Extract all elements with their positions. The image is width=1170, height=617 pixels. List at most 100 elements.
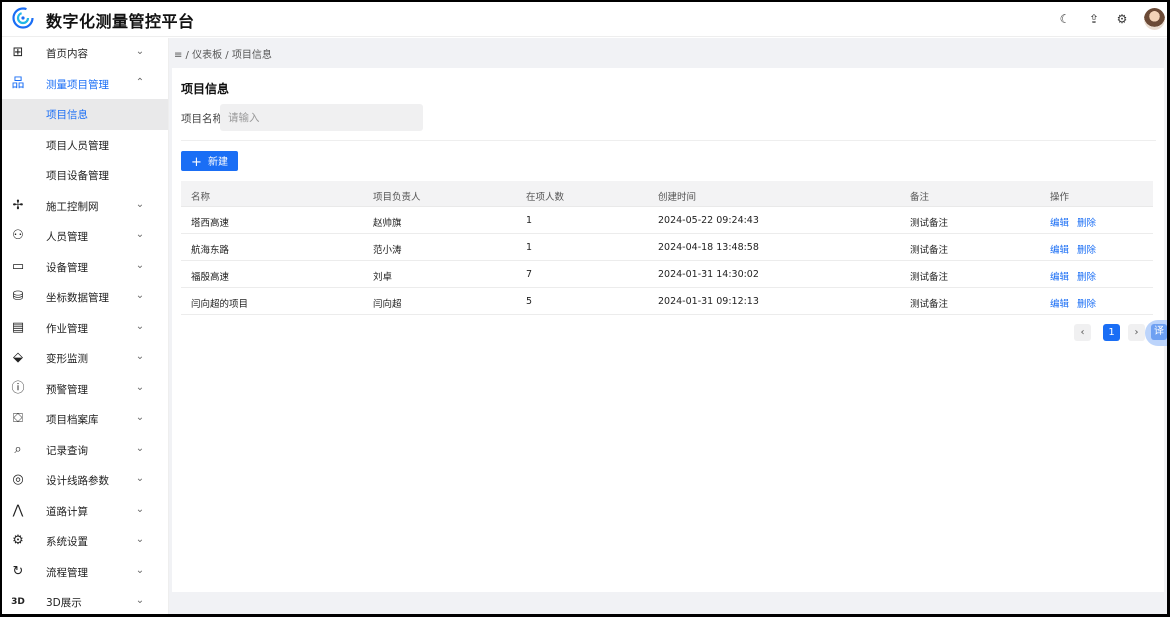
app-logo-icon — [12, 7, 34, 29]
delete-link[interactable]: 删除 — [1077, 245, 1096, 256]
sidebar-subitem-label: 项目设备管理 — [46, 170, 109, 182]
project-name-input[interactable] — [220, 104, 423, 131]
column-header: 名称 — [191, 192, 211, 203]
compass-icon: ⋀ — [12, 502, 24, 518]
sidebar-item-label: 设备管理 — [46, 261, 88, 274]
sidebar-item-label: 记录查询 — [46, 444, 88, 457]
table-header-row: 名称 项目负责人 在项人数 创建时间 备注 操作 — [181, 181, 1153, 207]
sidebar-item-workflow[interactable]: ↻ 流程管理 ⌄ — [2, 557, 168, 588]
archive-icon: ⛋ — [13, 411, 23, 426]
sidebar-item-coordinate-data[interactable]: ⛁ 坐标数据管理 ⌄ — [2, 282, 168, 313]
table-cell: 刘卓 — [373, 272, 393, 283]
sidebar-item-label: 3D展示 — [46, 597, 82, 609]
chevron-down-icon: ⌄ — [135, 229, 145, 240]
sidebar-item-home[interactable]: ⊞ 首页内容 ⌄ — [2, 38, 168, 69]
avatar[interactable] — [1144, 8, 1165, 30]
page-title: 项目信息 — [181, 82, 230, 96]
alert-icon: ⓘ — [11, 380, 25, 396]
sidebar-item-label: 系统设置 — [46, 536, 88, 548]
table-row: 塔西高速 赵帅旗 1 2024-05-22 09:24:43 测试备注 编辑 删除 — [181, 207, 1153, 234]
chevron-down-icon: ⌄ — [135, 564, 145, 576]
sidebar-item-record-query[interactable]: ⌕ 记录查询 ⌄ — [2, 435, 168, 466]
sidebar-item-label: 预警管理 — [46, 383, 88, 396]
delete-link[interactable]: 删除 — [1077, 272, 1096, 283]
chevron-down-icon: ⌄ — [135, 503, 145, 515]
top-header: 数字化测量管控平台 ☾ ⇪ ⚙ — [2, 2, 1167, 37]
sidebar-item-label: 道路计算 — [46, 505, 88, 518]
org-tree-icon: 品 — [11, 75, 25, 91]
row-actions: 编辑 删除 — [1050, 296, 1104, 310]
route-icon: ◎ — [12, 472, 24, 487]
sidebar-subitem-project-equipment[interactable]: 项目设备管理 — [2, 160, 168, 191]
plus-icon: + — [191, 154, 202, 170]
table-cell: 测试备注 — [910, 218, 949, 229]
row-actions: 编辑 删除 — [1050, 269, 1104, 283]
crosshair-icon: ✢ — [12, 197, 24, 213]
sidebar-item-label: 变形监测 — [46, 353, 88, 365]
column-header: 项目负责人 — [373, 192, 421, 203]
sidebar-item-survey-projects[interactable]: 品 测量项目管理 ⌃ — [2, 69, 168, 100]
chevron-down-icon: ⌄ — [135, 442, 145, 454]
document-icon: ▤ — [11, 319, 25, 335]
theme-toggle-icon[interactable]: ☾ — [1056, 10, 1074, 28]
sidebar-item-control-network[interactable]: ✢ 施工控制网 ⌄ — [2, 191, 168, 222]
table-cell: 5 — [526, 296, 533, 307]
sidebar-item-deformation[interactable]: ⬙ 变形监测 ⌄ — [2, 343, 168, 374]
sidebar-item-label: 设计线路参数 — [46, 475, 109, 487]
sidebar-subitem-label: 项目人员管理 — [46, 139, 109, 152]
table-cell: 赵帅旗 — [373, 218, 402, 229]
sidebar: ⊞ 首页内容 ⌄ 品 测量项目管理 ⌃ 项目信息 项目人员管理 项目设备管理 ✢… — [2, 38, 169, 614]
chevron-down-icon: ⌄ — [135, 198, 145, 210]
table-cell: 福殷高速 — [191, 272, 230, 283]
table-cell: 测试备注 — [910, 272, 949, 283]
edit-link[interactable]: 编辑 — [1050, 272, 1069, 283]
translate-button[interactable]: 译 — [1145, 320, 1167, 346]
sidebar-item-work[interactable]: ▤ 作业管理 ⌄ — [2, 313, 168, 344]
table-cell: 1 — [526, 242, 533, 253]
breadcrumb: ≡ / 仪表板 / 项目信息 — [174, 50, 272, 61]
sidebar-item-road-calc[interactable]: ⋀ 道路计算 ⌄ — [2, 496, 168, 527]
sidebar-item-equipment[interactable]: ▭ 设备管理 ⌄ — [2, 252, 168, 283]
settings-icon[interactable]: ⚙ — [1113, 10, 1131, 28]
satellite-icon: ⬙ — [13, 350, 23, 365]
app-window: 数字化测量管控平台 ☾ ⇪ ⚙ ⊞ 首页内容 ⌄ 品 测量项目管理 ⌃ 项目信息… — [2, 2, 1167, 614]
sidebar-item-label: 作业管理 — [46, 322, 88, 335]
row-actions: 编辑 删除 — [1050, 242, 1104, 256]
edit-link[interactable]: 编辑 — [1050, 245, 1069, 256]
sidebar-item-system-settings[interactable]: ⚙ 系统设置 ⌄ — [2, 526, 168, 557]
upload-icon[interactable]: ⇪ — [1085, 10, 1103, 28]
chevron-down-icon: ⌄ — [135, 595, 145, 606]
pagination-next-button[interactable]: › — [1128, 324, 1145, 341]
search-label: 项目名称 — [181, 113, 223, 125]
table-cell: 7 — [526, 269, 533, 280]
table-cell: 2024-05-22 09:24:43 — [658, 215, 759, 226]
divider — [181, 140, 1156, 141]
table-cell: 2024-01-31 09:12:13 — [658, 296, 759, 307]
sidebar-item-personnel[interactable]: ⚇ 人员管理 ⌄ — [2, 221, 168, 252]
sidebar-item-route-params[interactable]: ◎ 设计线路参数 ⌄ — [2, 465, 168, 496]
table-cell: 测试备注 — [910, 299, 949, 310]
sidebar-item-label: 人员管理 — [46, 231, 88, 243]
3d-icon: 3D — [11, 597, 25, 607]
pagination-prev-button[interactable]: ‹ — [1074, 324, 1091, 341]
content-card: 项目信息 项目名称 + 新建 名称 项目负责人 在项人数 创建时间 备注 操作 塔… — [172, 68, 1164, 592]
pagination-page-button[interactable]: 1 — [1103, 324, 1120, 341]
edit-link[interactable]: 编辑 — [1050, 299, 1069, 310]
sidebar-item-archive[interactable]: ⛋ 项目档案库 ⌄ — [2, 404, 168, 435]
chevron-up-icon: ⌃ — [135, 76, 145, 88]
project-table: 名称 项目负责人 在项人数 创建时间 备注 操作 塔西高速 赵帅旗 1 2024… — [181, 181, 1153, 315]
delete-link[interactable]: 删除 — [1077, 218, 1096, 229]
edit-link[interactable]: 编辑 — [1050, 218, 1069, 229]
monitor-icon: ▭ — [11, 258, 25, 274]
delete-link[interactable]: 删除 — [1077, 299, 1096, 310]
sidebar-item-3d-display[interactable]: 3D 3D展示 ⌄ — [2, 587, 168, 614]
chevron-down-icon: ⌄ — [135, 290, 145, 301]
sidebar-item-alerts[interactable]: ⓘ 预警管理 ⌄ — [2, 374, 168, 405]
new-button[interactable]: + 新建 — [181, 151, 238, 171]
app-title: 数字化测量管控平台 — [46, 12, 195, 31]
column-header: 操作 — [1050, 192, 1070, 203]
column-header: 备注 — [910, 192, 930, 203]
sidebar-subitem-project-staff[interactable]: 项目人员管理 — [2, 130, 168, 161]
sidebar-subitem-project-info[interactable]: 项目信息 — [2, 99, 168, 130]
table-cell: 闫向超 — [373, 299, 402, 310]
